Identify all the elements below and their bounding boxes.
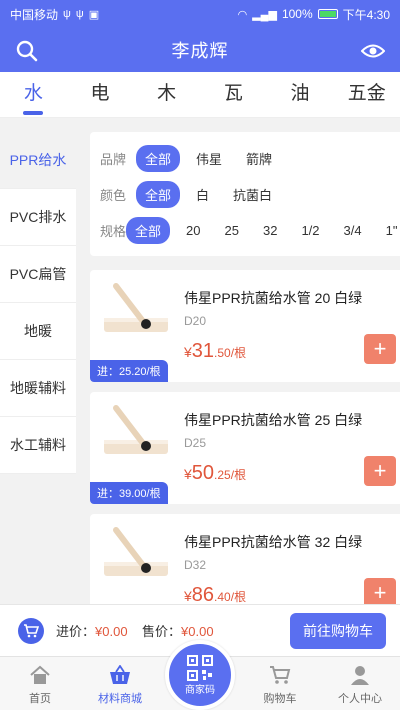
- spec-option-three-quarter-inch[interactable]: 3/4: [336, 219, 370, 242]
- nav-profile-label: 个人中心: [338, 693, 382, 705]
- search-icon[interactable]: [12, 36, 42, 66]
- cost-total-value: ¥0.00: [95, 624, 128, 639]
- product-card[interactable]: 进：39.00/根 伟星PPR抗菌给水管 25 白绿 D25 ¥50.25/根 …: [90, 392, 400, 504]
- cost-total-label: 进价：: [56, 624, 96, 639]
- bag-icon: ▣: [88, 8, 100, 21]
- tab-wood[interactable]: 木: [133, 72, 200, 117]
- product-card[interactable]: 伟星PPR抗菌给水管 32 白绿 D32 ¥86.40/根 +: [90, 514, 400, 614]
- spec-filter-row: 规格 全部 20 25 32 1/2 3/4 1": [100, 212, 400, 248]
- brand-option-all[interactable]: 全部: [136, 144, 181, 172]
- cost-price-tag: 进：25.20/根: [90, 360, 168, 382]
- product-name: 伟星PPR抗菌给水管 25 白绿: [184, 412, 363, 428]
- product-name: 伟星PPR抗菌给水管 32 白绿: [184, 534, 363, 550]
- sidebar-item-plumbing-accessories[interactable]: 水工辅料: [0, 417, 76, 474]
- spec-option-32[interactable]: 32: [255, 219, 285, 242]
- spec-filter-label: 规格: [100, 223, 127, 239]
- product-price: ¥31.50/根: [184, 340, 247, 362]
- tab-tile[interactable]: 瓦: [200, 72, 267, 117]
- brand-filter-label: 品牌: [100, 151, 127, 167]
- product-name: 伟星PPR抗菌给水管 20 白绿: [184, 290, 363, 306]
- category-tabs: 水 电 木 瓦 油 五金: [0, 72, 400, 118]
- sidebar-item-pvc-flat[interactable]: PVC扁管: [0, 246, 76, 303]
- product-code: D25: [184, 436, 207, 450]
- nav-cart[interactable]: 购物车: [240, 657, 320, 710]
- price-summary: 进价：¥0.00 售价：¥0.00: [56, 621, 214, 640]
- usb-debug-icon: ψ: [75, 8, 84, 20]
- product-code: D20: [184, 314, 207, 328]
- sidebar-item-ppr[interactable]: PPR给水: [0, 132, 76, 189]
- signal-icon: ▂▄▆: [252, 8, 277, 21]
- subcategory-sidebar: PPR给水 PVC排水 PVC扁管 地暖 地暖辅料 水工辅料: [0, 118, 76, 614]
- nav-material-mall[interactable]: 材料商城: [80, 657, 160, 710]
- tab-paint[interactable]: 油: [267, 72, 334, 117]
- carrier-label: 中国移动: [10, 7, 59, 22]
- qr-code-icon: [187, 654, 213, 681]
- wifi-icon: ◠: [237, 8, 248, 21]
- pipe-image: [104, 405, 168, 454]
- brand-option-arrow[interactable]: 箭牌: [238, 145, 280, 172]
- nav-home[interactable]: 首页: [0, 657, 80, 710]
- qr-button-label: 商家码: [185, 684, 215, 696]
- tab-hardware[interactable]: 五金: [333, 72, 400, 117]
- person-icon: [348, 663, 372, 687]
- battery-percent: 100%: [281, 7, 313, 21]
- nav-cart-label: 购物车: [263, 693, 297, 705]
- filter-panel: 品牌 全部 伟星 箭牌 颜色 全部 白 抗菌白 规格 全部 20 25 32 1…: [90, 132, 400, 256]
- cost-price-tag: 进：39.00/根: [90, 482, 168, 504]
- color-option-all[interactable]: 全部: [136, 180, 181, 208]
- spec-option-half-inch[interactable]: 1/2: [293, 219, 327, 242]
- pipe-image: [104, 283, 168, 332]
- sidebar-item-floor-heating[interactable]: 地暖: [0, 303, 76, 360]
- product-content: 品牌 全部 伟星 箭牌 颜色 全部 白 抗菌白 规格 全部 20 25 32 1…: [76, 118, 400, 614]
- color-filter-row: 颜色 全部 白 抗菌白: [100, 176, 400, 212]
- app-header: 中国移动 ψ ψ ▣ ◠ ▂▄▆ 100% 下午4:30 李成辉: [0, 0, 400, 72]
- usb-icon: ψ: [63, 8, 71, 20]
- spec-option-all[interactable]: 全部: [126, 216, 171, 244]
- color-filter-label: 颜色: [100, 187, 127, 203]
- product-price: ¥50.25/根: [184, 462, 247, 484]
- cart-icon[interactable]: [18, 617, 44, 644]
- go-to-cart-button[interactable]: 前往购物车: [290, 613, 386, 649]
- nav-home-label: 首页: [29, 693, 51, 705]
- color-option-white[interactable]: 白: [188, 181, 217, 208]
- spec-option-25[interactable]: 25: [217, 219, 247, 242]
- cart-icon: [268, 663, 292, 687]
- product-code: D32: [184, 558, 207, 572]
- merchant-qr-button[interactable]: 商家码: [165, 640, 235, 710]
- nav-mall-label: 材料商城: [98, 693, 142, 705]
- basket-icon: [108, 663, 132, 687]
- brand-filter-row: 品牌 全部 伟星 箭牌: [100, 140, 400, 176]
- page-title: 李成辉: [171, 41, 229, 61]
- add-to-cart-button[interactable]: +: [364, 456, 396, 486]
- tab-water[interactable]: 水: [0, 72, 67, 117]
- battery-icon: [317, 9, 338, 19]
- color-option-antibacterial-white[interactable]: 抗菌白: [225, 181, 280, 208]
- nav-profile[interactable]: 个人中心: [320, 657, 400, 710]
- sidebar-item-floor-heating-accessories[interactable]: 地暖辅料: [0, 360, 76, 417]
- status-bar: 中国移动 ψ ψ ▣ ◠ ▂▄▆ 100% 下午4:30: [0, 0, 400, 28]
- pipe-image: [104, 527, 168, 576]
- eye-icon[interactable]: [358, 36, 388, 66]
- tab-electric[interactable]: 电: [67, 72, 134, 117]
- add-to-cart-button[interactable]: +: [364, 334, 396, 364]
- brand-option-weixing[interactable]: 伟星: [188, 145, 230, 172]
- spec-option-20[interactable]: 20: [178, 219, 208, 242]
- sidebar-item-pvc-drain[interactable]: PVC排水: [0, 189, 76, 246]
- sale-total-value: ¥0.00: [181, 624, 214, 639]
- clock: 下午4:30: [342, 7, 390, 22]
- product-card[interactable]: 进：25.20/根 伟星PPR抗菌给水管 20 白绿 D20 ¥31.50/根 …: [90, 270, 400, 382]
- sale-total-label: 售价：: [142, 624, 182, 639]
- home-icon: [28, 663, 52, 687]
- spec-option-one-inch[interactable]: 1": [378, 219, 400, 242]
